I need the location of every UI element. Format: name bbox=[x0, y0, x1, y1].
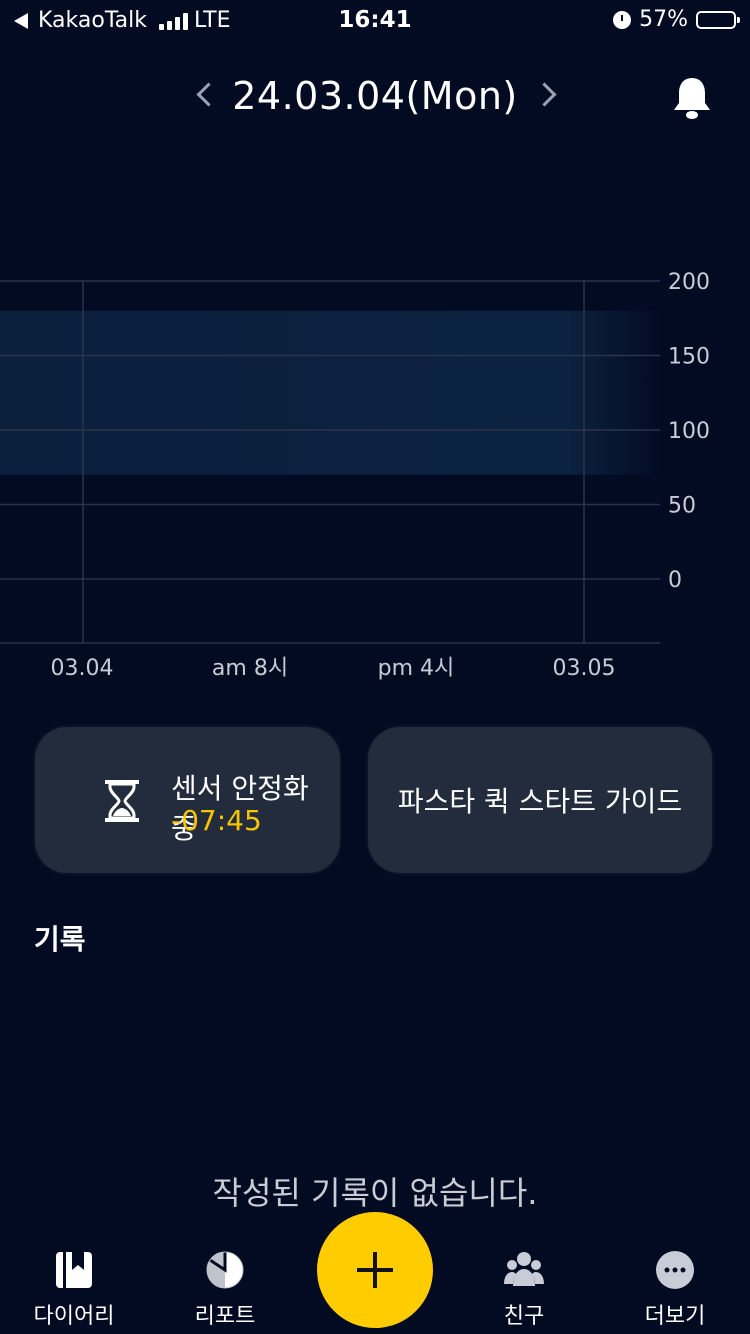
tab-diary[interactable]: 다이어리 bbox=[14, 1250, 134, 1330]
battery-icon bbox=[696, 10, 740, 29]
date-navigation: 24.03.04(Mon) bbox=[0, 68, 750, 128]
quick-start-guide-label: 파스타 퀵 스타트 가이드 bbox=[397, 785, 683, 818]
status-bar: KakaoTalk LTE 16:41 57% bbox=[0, 0, 750, 40]
tab-more-label: 더보기 bbox=[644, 1304, 706, 1329]
tab-friends-label: 친구 bbox=[503, 1304, 545, 1329]
y-tick-label: 100 bbox=[668, 419, 710, 444]
sensor-countdown: -07:45 bbox=[171, 804, 262, 837]
tab-report-label: 리포트 bbox=[194, 1304, 256, 1329]
report-icon bbox=[206, 1251, 244, 1289]
date-title[interactable]: 24.03.04(Mon) bbox=[230, 74, 520, 118]
status-right: 57% bbox=[613, 7, 740, 32]
chevron-right-icon[interactable] bbox=[532, 82, 557, 107]
bell-icon[interactable] bbox=[670, 74, 714, 122]
hourglass-icon bbox=[105, 780, 139, 822]
alarm-icon bbox=[613, 10, 632, 29]
quick-start-guide-card[interactable]: 파스타 퀵 스타트 가이드 bbox=[366, 725, 714, 875]
tab-more[interactable]: 더보기 bbox=[615, 1250, 735, 1330]
records-heading: 기록 bbox=[34, 923, 86, 956]
x-tick-label: pm 4시 bbox=[378, 656, 455, 681]
y-tick-label: 200 bbox=[668, 270, 710, 295]
x-tick-label: am 8시 bbox=[212, 656, 288, 681]
plus-icon bbox=[357, 1252, 393, 1288]
friends-icon bbox=[504, 1252, 544, 1286]
more-icon bbox=[656, 1251, 694, 1289]
x-tick-label: 03.05 bbox=[553, 656, 616, 681]
tab-diary-label: 다이어리 bbox=[33, 1304, 115, 1329]
tab-friends[interactable]: 친구 bbox=[464, 1250, 584, 1330]
add-record-button[interactable] bbox=[317, 1212, 433, 1328]
glucose-chart[interactable]: 200 150 100 50 0 03.04 am 8시 pm 4시 03.05 bbox=[0, 250, 750, 700]
y-tick-label: 50 bbox=[668, 494, 696, 519]
diary-icon bbox=[56, 1252, 92, 1288]
y-tick-label: 0 bbox=[668, 568, 682, 593]
app-screen: KakaoTalk LTE 16:41 57% 24.03.04(Mon) 20… bbox=[0, 0, 750, 1334]
sensor-status-card[interactable]: 센서 안정화 중 -07:45 bbox=[33, 725, 342, 875]
battery-percent: 57% bbox=[639, 7, 688, 32]
records-empty-message: 작성된 기록이 없습니다. bbox=[212, 1174, 538, 1212]
tab-report[interactable]: 리포트 bbox=[165, 1250, 285, 1330]
target-range-band bbox=[0, 310, 660, 475]
y-tick-label: 150 bbox=[668, 345, 710, 370]
x-tick-label: 03.04 bbox=[51, 656, 114, 681]
chevron-left-icon[interactable] bbox=[196, 82, 221, 107]
